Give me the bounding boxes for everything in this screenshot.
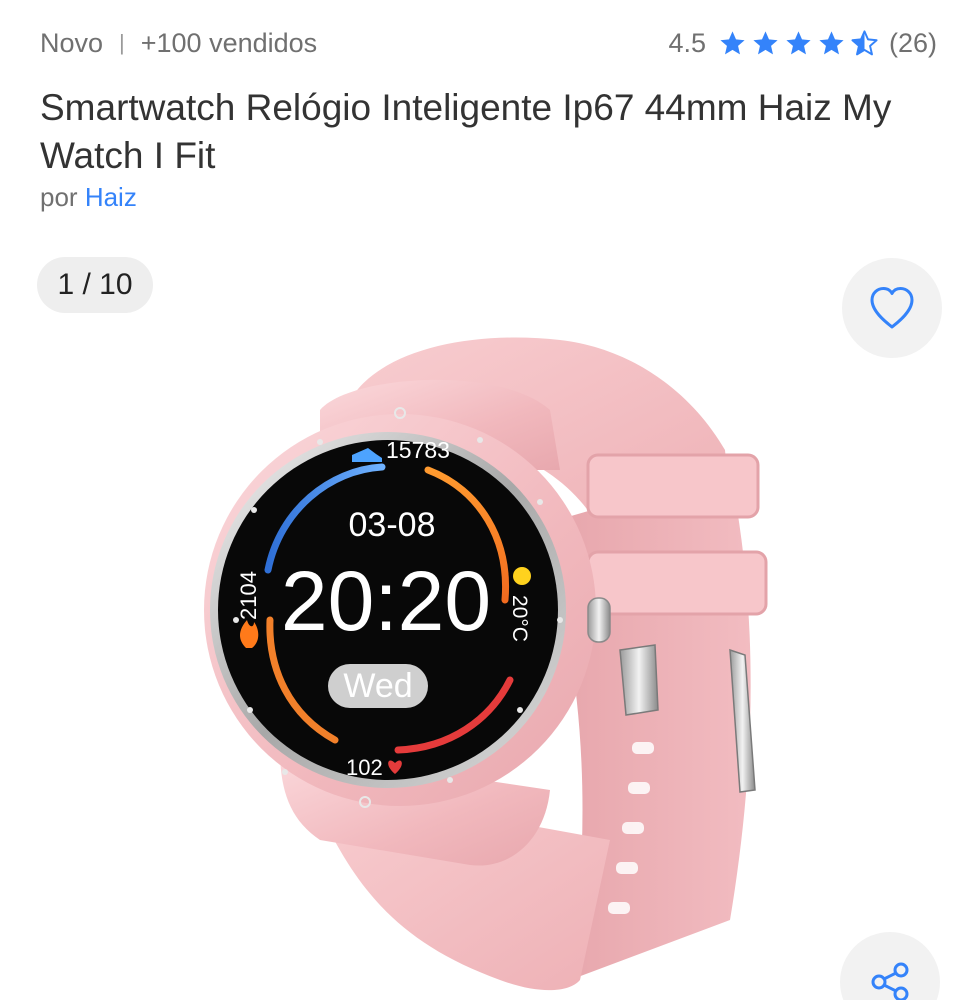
weather-icon	[513, 567, 531, 585]
rating-summary[interactable]: 4.5 (26)	[668, 28, 937, 59]
share-button[interactable]	[840, 932, 940, 1000]
strap-loop-1	[586, 453, 760, 519]
star-half-icon	[851, 29, 878, 55]
seller-line: por Haiz	[40, 182, 137, 213]
crown-button	[587, 597, 611, 643]
condition-and-sales: Novo | +100 vendidos	[40, 28, 317, 59]
seller-link[interactable]: Haiz	[85, 182, 137, 212]
rating-count: (26)	[888, 27, 937, 58]
star-icon	[786, 30, 811, 54]
separator: |	[119, 30, 125, 55]
star-icon	[819, 30, 844, 54]
date-value: 03-08	[349, 506, 436, 544]
heart-icon	[870, 287, 914, 329]
seller-prefix: por	[40, 182, 78, 212]
product-title: Smartwatch Relógio Inteligente Ip67 44mm…	[40, 87, 892, 176]
steps-value: 15783	[386, 437, 450, 463]
star-icon	[753, 30, 778, 54]
calories-value: 2104	[236, 571, 261, 620]
product-image[interactable]: 15783 03-08 20:20 Wed 2104 20°C 102	[170, 320, 810, 1000]
rating-stars	[718, 29, 879, 58]
sold-count: +100 vendidos	[140, 27, 318, 58]
day-value: Wed	[343, 667, 412, 705]
heart-rate-value: 102	[346, 755, 383, 780]
product-page: Novo | +100 vendidos 4.5 (26) Smartwatch…	[0, 0, 977, 1000]
strap-loop-2	[586, 550, 768, 616]
temperature-value: 20°C	[508, 595, 531, 642]
time-value: 20:20	[281, 554, 491, 648]
rating-score: 4.5	[668, 27, 706, 58]
favorite-button[interactable]	[842, 258, 942, 358]
condition-label: Novo	[40, 27, 104, 58]
gallery-counter: 1 / 10	[37, 257, 153, 313]
product-subtitle-bar: Novo | +100 vendidos 4.5 (26)	[40, 24, 937, 62]
buckle-pin	[619, 644, 659, 716]
star-icon	[720, 30, 745, 54]
share-icon	[871, 962, 909, 1000]
